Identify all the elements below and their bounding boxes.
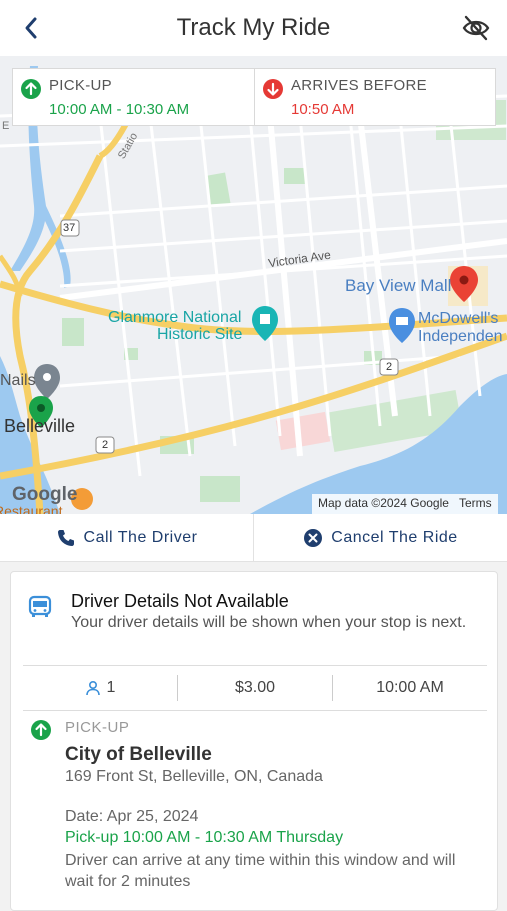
arrow-up-circle-icon bbox=[31, 720, 51, 740]
pickup-label: PICK-UP bbox=[49, 77, 112, 94]
cancel-ride-label: Cancel The Ride bbox=[331, 528, 458, 546]
ride-details-card: Driver Details Not Available Your driver… bbox=[10, 571, 498, 911]
passenger-count: 1 bbox=[23, 666, 177, 710]
map-label-glanmore-2[interactable]: Historic Site bbox=[157, 326, 242, 344]
close-circle-icon bbox=[304, 528, 323, 547]
arrive-label: ARRIVES BEFORE bbox=[291, 77, 427, 94]
map-label-belleville: Belleville bbox=[4, 416, 76, 436]
ride-actions: Call The Driver Cancel The Ride bbox=[0, 514, 507, 562]
pickup-section-label: PICK-UP bbox=[65, 719, 130, 736]
route-shield-2b: 2 bbox=[102, 439, 109, 451]
arrow-up-circle-icon bbox=[21, 79, 41, 99]
ride-time: 10:00 AM bbox=[333, 666, 487, 710]
arrow-down-circle-icon bbox=[263, 79, 283, 99]
app-header: Track My Ride bbox=[0, 0, 507, 56]
route-shield-2a: 2 bbox=[386, 361, 393, 373]
pickup-date: Date: Apr 25, 2024 bbox=[65, 808, 199, 825]
map-label-mcdowells-1[interactable]: McDowell's bbox=[418, 310, 498, 328]
fare-amount: $3.00 bbox=[178, 666, 332, 710]
arrive-time-cell: ARRIVES BEFORE 10:50 AM bbox=[254, 69, 495, 125]
pickup-location-name: City of Belleville bbox=[65, 744, 212, 765]
route-shield-37: 37 bbox=[63, 222, 76, 234]
eye-off-icon[interactable] bbox=[461, 14, 491, 42]
google-logo: Google bbox=[12, 484, 78, 505]
map-terms-link[interactable]: Terms bbox=[459, 496, 492, 510]
person-icon bbox=[85, 680, 100, 696]
phone-icon bbox=[57, 529, 74, 546]
pickup-wait-note: Driver can arrive at any time within thi… bbox=[65, 852, 456, 890]
map-attribution: Map data ©2024 Google Terms bbox=[312, 494, 498, 514]
call-driver-button[interactable]: Call The Driver bbox=[0, 514, 253, 561]
call-driver-label: Call The Driver bbox=[83, 528, 198, 546]
fare-value: $3.00 bbox=[234, 679, 276, 696]
map-label-cut-left: E bbox=[2, 120, 10, 132]
ride-time-value: 10:00 AM bbox=[376, 679, 444, 696]
pickup-window: 10:00 AM - 10:30 AM bbox=[49, 101, 190, 118]
ride-time-panel: PICK-UP 10:00 AM - 10:30 AM ARRIVES BEFO… bbox=[12, 68, 496, 126]
map-label-glanmore-1[interactable]: Glanmore National bbox=[108, 309, 241, 327]
bus-icon bbox=[28, 595, 52, 617]
arrive-time: 10:50 AM bbox=[291, 101, 355, 118]
map-data-text: Map data ©2024 Google bbox=[318, 496, 449, 510]
map-label-bay-view-mall[interactable]: Bay View Mall bbox=[345, 276, 451, 296]
page-title: Track My Ride bbox=[176, 14, 331, 41]
pickup-time-cell: PICK-UP 10:00 AM - 10:30 AM bbox=[13, 69, 254, 125]
chevron-left-icon[interactable] bbox=[18, 14, 46, 42]
cancel-ride-button[interactable]: Cancel The Ride bbox=[253, 514, 507, 561]
pickup-window-text: Pick-up 10:00 AM - 10:30 AM Thursday bbox=[65, 829, 344, 846]
map-label-nails[interactable]: Nails bbox=[0, 372, 36, 390]
driver-details-subtitle: Your driver details will be shown when y… bbox=[71, 614, 467, 631]
driver-details-title: Driver Details Not Available bbox=[71, 591, 289, 611]
map-label-mcdowells-2[interactable]: Independen bbox=[418, 328, 503, 346]
passenger-count-value: 1 bbox=[106, 679, 116, 696]
ride-stats-row: 1 $3.00 10:00 AM bbox=[23, 665, 487, 711]
pickup-address: 169 Front St, Belleville, ON, Canada bbox=[65, 768, 323, 785]
